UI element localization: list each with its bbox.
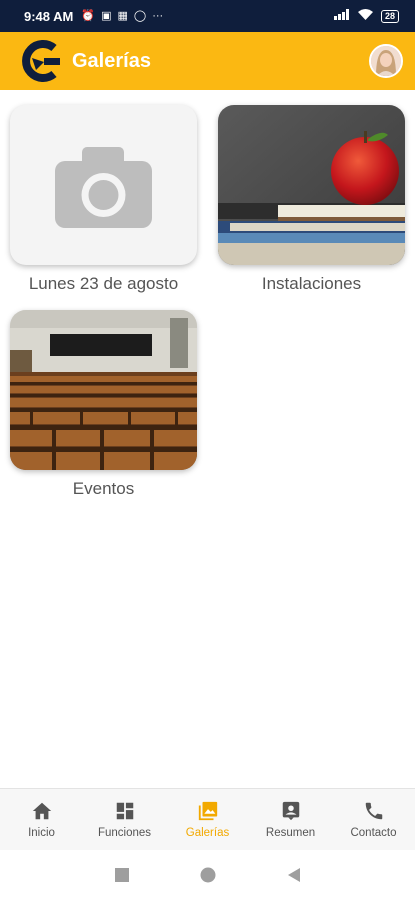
nav-label: Inicio (28, 827, 55, 839)
home-button[interactable] (200, 867, 216, 883)
message-icon: ▣ (101, 10, 112, 22)
phone-icon (365, 802, 382, 820)
back-triangle-icon (287, 868, 300, 882)
gallery-label: Instalaciones (261, 274, 362, 293)
gallery-label: Lunes 23 de agosto (28, 274, 179, 293)
dashboard-icon (116, 802, 133, 820)
app-logo[interactable] (18, 38, 64, 84)
alarm-icon: ⏰ (81, 10, 96, 22)
gallery-card[interactable]: Lunes 23 de agosto (10, 105, 197, 295)
home-icon (32, 802, 51, 820)
nav-item-galerias[interactable]: Galerías (166, 789, 249, 850)
bottom-navigation: Inicio Funciones Galerías Resumen Contac… (0, 788, 415, 850)
whatsapp-icon: ◯ (133, 10, 147, 22)
wifi-icon (357, 9, 373, 23)
gallery-card[interactable]: Instalaciones (218, 105, 405, 295)
camera-placeholder-icon (55, 147, 152, 228)
nav-item-inicio[interactable]: Inicio (0, 789, 83, 850)
gallery-thumbnail[interactable] (218, 105, 405, 265)
more-icon: ··· (152, 10, 164, 22)
battery-icon: 28 (380, 9, 399, 23)
back-button[interactable] (286, 867, 302, 883)
system-navigation-bar (0, 850, 415, 900)
gallery-icon (198, 801, 217, 821)
status-time: 9:48 AM (24, 8, 74, 24)
notification-icons: ⏰ ▣ ▦ ◯ ··· (81, 10, 163, 22)
lecture-hall-photo (10, 310, 197, 470)
gallery-card[interactable]: Eventos (10, 310, 197, 500)
circle-icon (200, 867, 215, 883)
gallery-thumbnail[interactable] (10, 310, 197, 470)
signal-icon (333, 9, 350, 23)
avatar[interactable] (369, 44, 403, 78)
contact-card-icon (282, 801, 299, 821)
gallery-thumbnail[interactable] (10, 105, 197, 265)
nav-item-funciones[interactable]: Funciones (83, 789, 166, 850)
nav-label: Contacto (350, 827, 397, 839)
apple-on-books-photo (218, 105, 405, 265)
nav-item-contacto[interactable]: Contacto (332, 789, 415, 850)
calendar-icon: ▦ (117, 10, 128, 22)
recent-apps-button[interactable] (114, 867, 130, 883)
page-title: Galerías (72, 49, 151, 72)
status-bar: 9:48 AM ⏰ ▣ ▦ ◯ ··· 28 (0, 0, 415, 32)
nav-label: Galerías (185, 827, 230, 839)
square-icon (114, 868, 129, 882)
status-right: 28 (333, 9, 399, 23)
app-bar: Galerías (0, 32, 415, 90)
nav-label: Resumen (265, 827, 316, 839)
nav-item-resumen[interactable]: Resumen (249, 789, 332, 850)
gallery-label: Eventos (72, 479, 135, 498)
nav-label: Funciones (97, 827, 152, 839)
